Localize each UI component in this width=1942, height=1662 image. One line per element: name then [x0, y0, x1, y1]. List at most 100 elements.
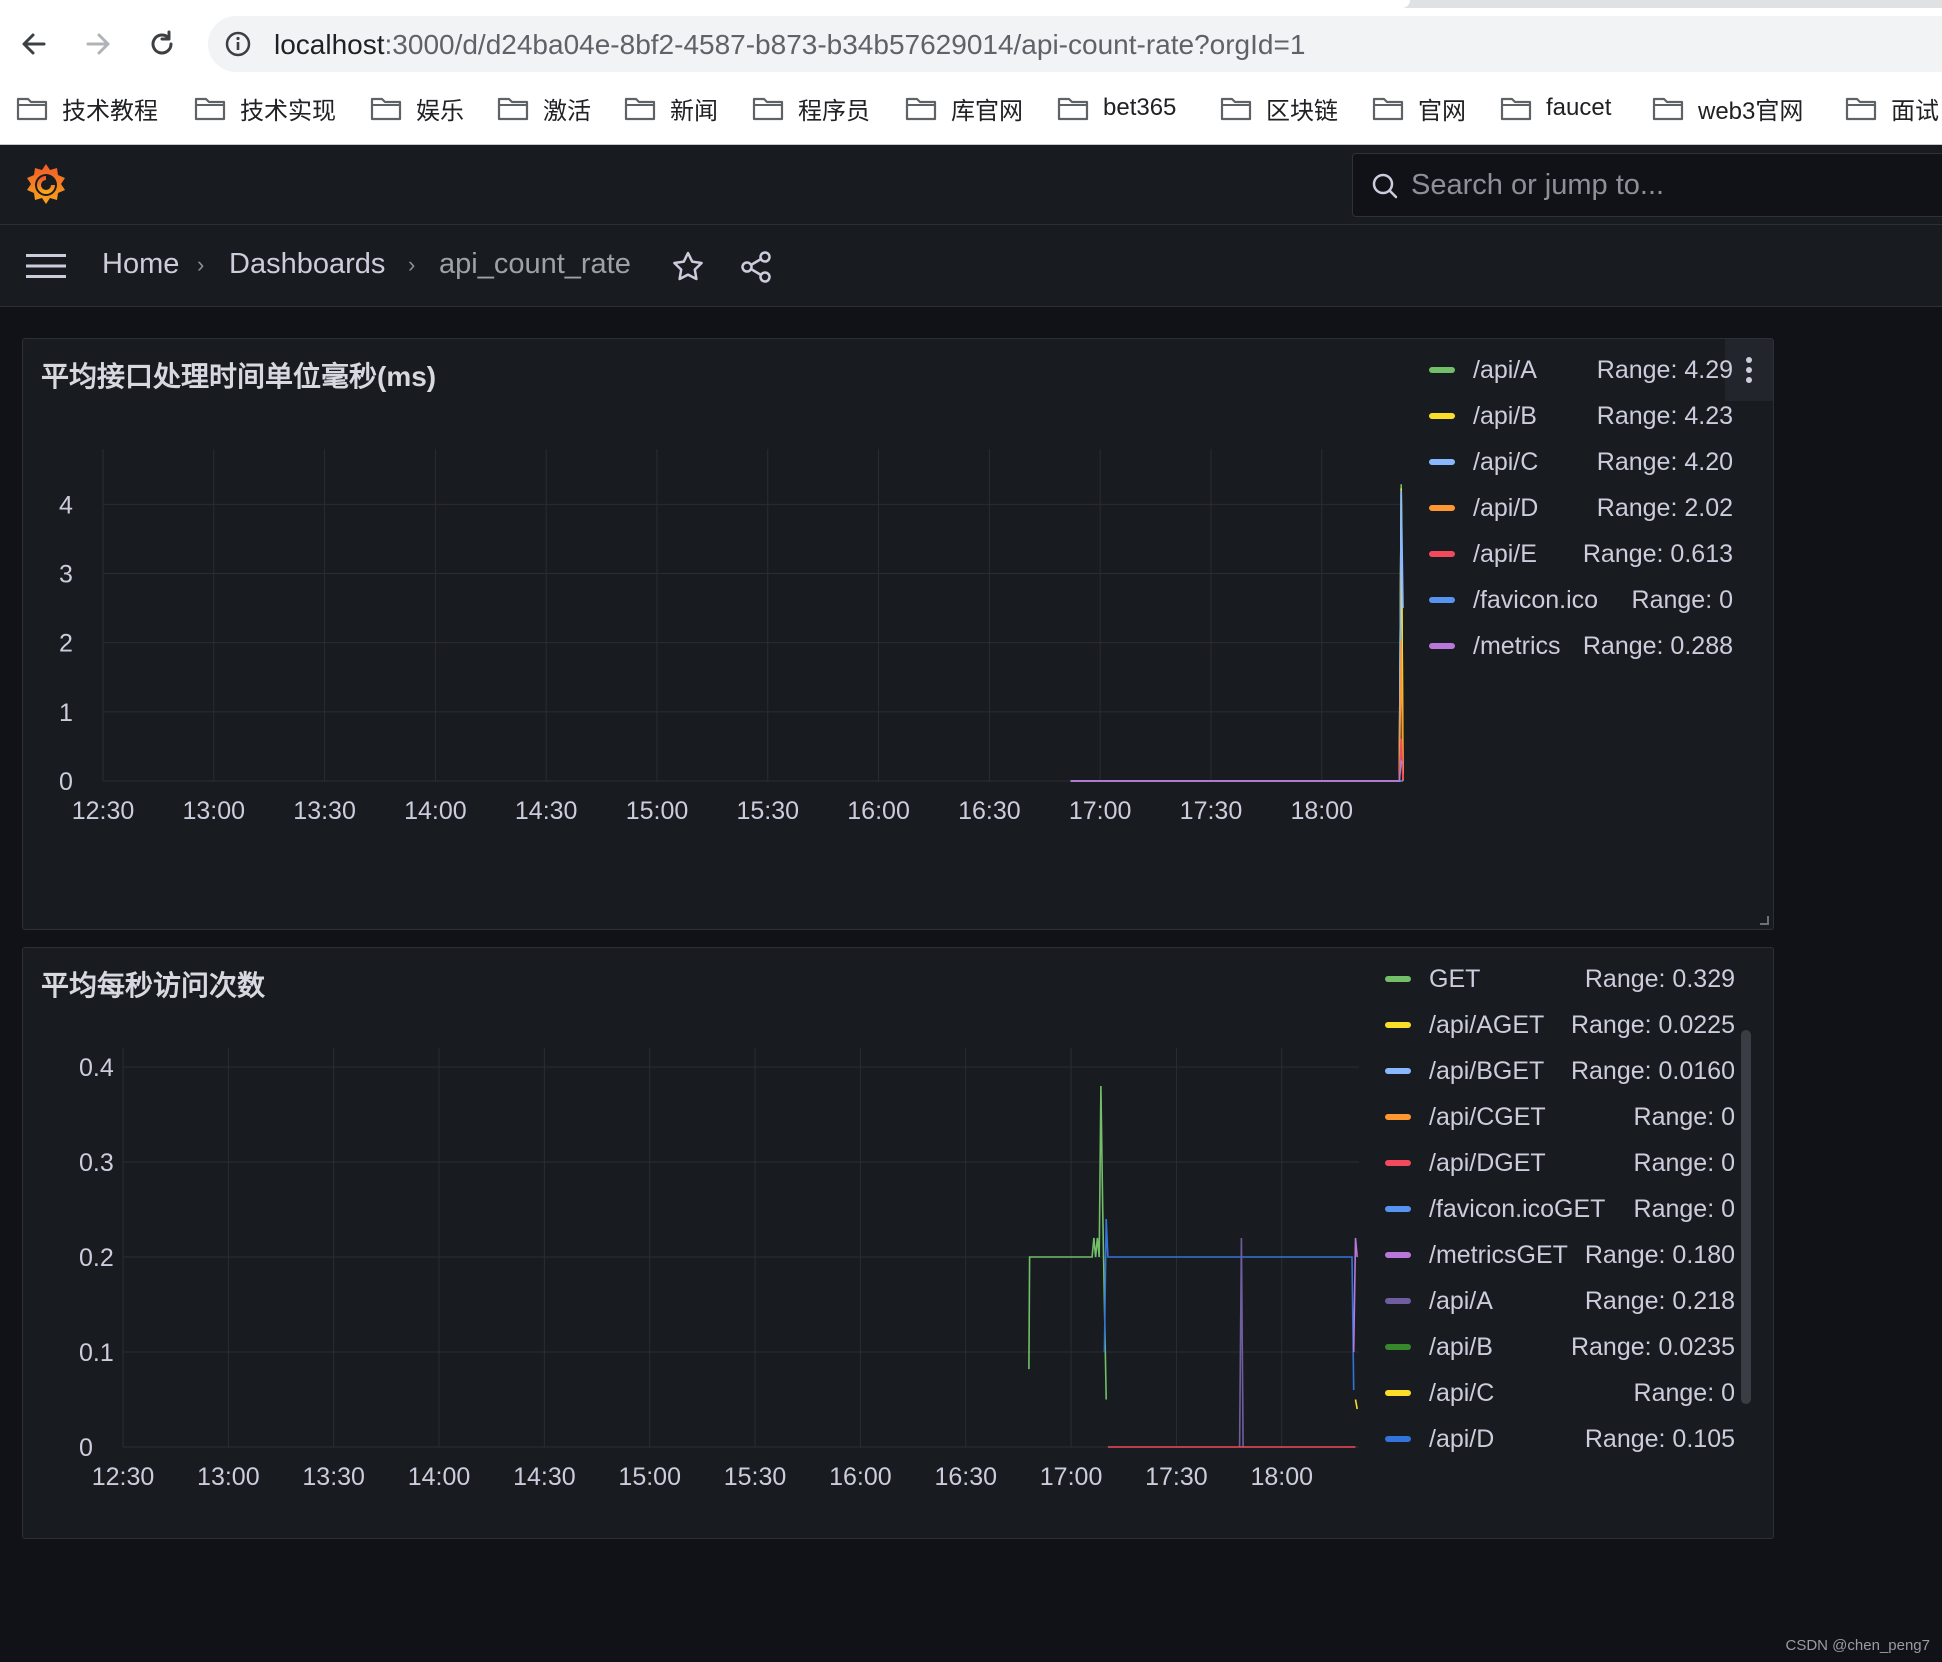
bookmark-item[interactable]: web3官网 — [1652, 88, 1803, 128]
breadcrumb-dashboards[interactable]: Dashboards — [229, 248, 385, 281]
legend-item[interactable]: /metrics Range: 0.288 — [1429, 623, 1759, 669]
legend-swatch — [1385, 1114, 1411, 1120]
legend-item[interactable]: /metricsGET Range: 0.180 — [1385, 1232, 1761, 1278]
legend-scrollbar[interactable] — [1741, 1030, 1751, 1404]
x-tick-label: 14:30 — [513, 1463, 576, 1491]
bookmark-item[interactable]: 官网 — [1372, 88, 1466, 128]
bookmark-item[interactable]: 娱乐 — [370, 88, 464, 128]
folder-icon — [497, 97, 529, 121]
resize-handle-icon[interactable] — [1759, 915, 1769, 925]
legend-item[interactable]: /api/D Range: 2.02 — [1429, 485, 1759, 531]
legend-item[interactable]: /api/BGET Range: 0.0160 — [1385, 1048, 1761, 1094]
folder-icon — [1652, 97, 1684, 121]
legend-item[interactable]: /api/DGET Range: 0 — [1385, 1140, 1761, 1186]
legend-swatch — [1429, 551, 1455, 557]
series-line[interactable] — [1070, 758, 1404, 782]
y-tick-label: 4 — [59, 491, 73, 519]
legend: GET Range: 0.329/api/AGET Range: 0.0225/ap… — [1385, 956, 1761, 1476]
legend-item[interactable]: /api/A Range: 0.218 — [1385, 1278, 1761, 1324]
bookmark-item[interactable]: 面试 — [1845, 88, 1939, 128]
bookmark-item[interactable]: bet365 — [1057, 88, 1176, 128]
folder-icon — [1220, 97, 1252, 121]
legend-range-value: Range: 0 — [1633, 1102, 1735, 1131]
series-line[interactable] — [1354, 1399, 1358, 1410]
back-button[interactable] — [14, 24, 54, 64]
bookmark-item[interactable]: 激活 — [497, 88, 591, 128]
legend-item[interactable]: GET Range: 0.329 — [1385, 956, 1761, 1002]
active-tab[interactable] — [0, 0, 1410, 8]
series-line[interactable] — [1070, 738, 1404, 782]
legend-series-name: /api/A — [1429, 1286, 1493, 1315]
address-bar[interactable]: localhost:3000/d/d24ba04e-8bf2-4587-b873… — [208, 16, 1942, 72]
bookmark-label: bet365 — [1103, 94, 1177, 121]
legend-range-value: Range: 0.0235 — [1570, 1332, 1735, 1361]
star-icon[interactable] — [670, 249, 706, 285]
legend-item[interactable]: /api/D Range: 0.105 — [1385, 1416, 1761, 1462]
share-icon[interactable] — [738, 249, 774, 285]
series-line[interactable] — [1070, 484, 1404, 782]
bookmark-item[interactable]: 程序员 — [752, 88, 870, 128]
url-text[interactable]: localhost:3000/d/d24ba04e-8bf2-4587-b873… — [274, 29, 1305, 61]
legend-range-value: Range: 4.20 — [1596, 447, 1733, 476]
bookmark-item[interactable]: 库官网 — [905, 88, 1023, 128]
legend-item[interactable]: /api/C Range: 4.20 — [1429, 439, 1759, 485]
folder-icon — [905, 97, 937, 121]
site-info-icon[interactable] — [224, 30, 252, 58]
menu-icon[interactable] — [26, 252, 66, 280]
bookmark-label: 激活 — [543, 97, 591, 125]
forward-button[interactable] — [78, 24, 118, 64]
reload-button[interactable] — [142, 24, 182, 64]
bookmark-item[interactable]: 新闻 — [624, 88, 718, 128]
legend-series-name: /api/E — [1473, 539, 1537, 568]
series-line[interactable] — [1070, 490, 1404, 782]
rps-chart[interactable]: 0 0.1 0.2 0.3 0.4 12:30 13:00 13:30 14:00 14:30 15… — [23, 1008, 1393, 1528]
latency-chart[interactable]: 0 1 2 3 4 12:30 13:00 13:30 14:00 14:30 15:00 15:30… — [23, 419, 1423, 899]
bookmark-item[interactable]: 技术实现 — [194, 88, 336, 128]
grafana-logo-icon[interactable] — [22, 161, 70, 209]
legend-item[interactable]: /api/B Range: 4.23 — [1429, 393, 1759, 439]
chevron-right-icon: › — [197, 252, 205, 277]
series-line[interactable] — [1103, 1218, 1355, 1391]
panel-title[interactable]: 平均接口处理时间单位毫秒(ms) — [41, 355, 436, 395]
panel-title[interactable]: 平均每秒访问次数 — [41, 964, 265, 1004]
back-arrow-icon — [22, 33, 46, 55]
bookmark-item[interactable]: 技术教程 — [16, 88, 158, 128]
legend-series-name: /api/BGET — [1429, 1056, 1545, 1085]
legend-item[interactable]: /api/CGET Range: 0 — [1385, 1094, 1761, 1140]
x-tick-label: 13:00 — [197, 1463, 260, 1491]
folder-icon — [16, 97, 48, 121]
legend-swatch — [1385, 1160, 1411, 1166]
legend-range-value: Range: 0.105 — [1584, 1424, 1735, 1453]
legend-range-value: Range: 0 — [1633, 1148, 1735, 1177]
bookmark-item[interactable]: 区块链 — [1220, 88, 1338, 128]
legend-item[interactable]: /favicon.icoGET Range: 0 — [1385, 1186, 1761, 1232]
breadcrumb-home[interactable]: Home — [102, 248, 179, 281]
legend-swatch — [1429, 597, 1455, 603]
folder-icon — [1845, 97, 1877, 121]
legend-series-name: /api/B — [1473, 401, 1537, 430]
series-line[interactable] — [1070, 641, 1404, 782]
legend-item[interactable]: /api/B Range: 0.0235 — [1385, 1324, 1761, 1370]
legend-swatch — [1385, 1298, 1411, 1304]
search-input[interactable]: Search or jump to... — [1352, 153, 1942, 217]
series-line[interactable] — [1070, 488, 1404, 782]
legend-item[interactable]: /api/C Range: 0 — [1385, 1370, 1761, 1416]
legend-item[interactable]: /api/AGET Range: 0.0225 — [1385, 1002, 1761, 1048]
legend-range-value: Range: 0.180 — [1584, 1240, 1735, 1269]
folder-icon — [194, 97, 226, 121]
legend-series-name: /favicon.icoGET — [1429, 1194, 1606, 1223]
bookmark-label: 娱乐 — [416, 97, 464, 125]
bookmark-item[interactable]: faucet — [1500, 88, 1611, 128]
url-host: localhost — [274, 29, 385, 60]
reload-icon — [151, 30, 173, 55]
bookmark-label: 库官网 — [951, 97, 1023, 125]
series-line[interactable] — [1238, 1237, 1244, 1448]
legend-swatch — [1429, 413, 1455, 419]
legend-item[interactable]: /api/A Range: 4.29 — [1429, 347, 1759, 393]
legend-item[interactable]: /api/E Range: 0.613 — [1429, 531, 1759, 577]
legend-item[interactable]: /favicon.ico Range: 0 — [1429, 577, 1759, 623]
series-line[interactable] — [1352, 1237, 1358, 1353]
y-tick-label: 0 — [79, 1434, 93, 1462]
chevron-right-icon: › — [408, 252, 416, 277]
x-tick-label: 12:30 — [72, 797, 135, 825]
